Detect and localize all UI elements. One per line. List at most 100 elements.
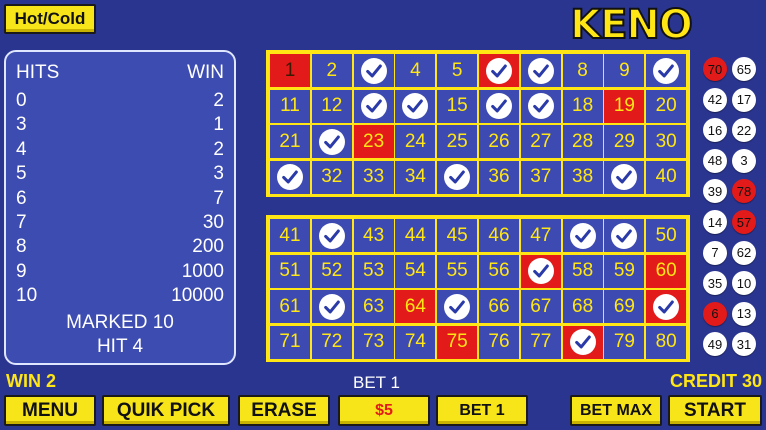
keno-number-cell[interactable]: 38 — [562, 160, 603, 194]
start-button[interactable]: START — [668, 395, 762, 426]
paytable-row: 8 200 — [16, 236, 224, 260]
keno-number-cell[interactable]: 75 — [437, 325, 478, 359]
keno-number-cell[interactable]: 19 — [604, 89, 645, 123]
keno-number-cell[interactable] — [311, 125, 352, 158]
paytable-header-hits: HITS — [16, 62, 60, 83]
cell-number: 11 — [280, 95, 300, 116]
keno-number-cell[interactable]: 51 — [270, 254, 310, 288]
keno-number-cell[interactable] — [311, 219, 352, 252]
keno-number-cell[interactable] — [646, 290, 687, 323]
cell-number: 46 — [488, 224, 510, 246]
keno-number-cell[interactable]: 68 — [562, 290, 603, 323]
keno-number-cell[interactable]: 58 — [562, 254, 603, 288]
keno-number-cell[interactable]: 63 — [353, 290, 394, 323]
keno-number-cell[interactable]: 20 — [646, 89, 687, 123]
keno-number-cell[interactable] — [646, 54, 687, 87]
keno-number-cell[interactable]: 24 — [395, 125, 436, 158]
erase-button[interactable]: ERASE — [238, 395, 330, 426]
keno-number-cell[interactable] — [395, 89, 436, 123]
keno-number-cell[interactable] — [562, 219, 603, 252]
keno-number-cell[interactable]: 64 — [395, 290, 436, 323]
keno-number-cell[interactable]: 45 — [437, 219, 478, 252]
keno-number-cell[interactable]: 41 — [270, 219, 310, 252]
keno-number-cell[interactable]: 59 — [604, 254, 645, 288]
keno-number-cell[interactable]: 46 — [479, 219, 519, 252]
keno-number-cell[interactable] — [604, 160, 645, 194]
keno-number-cell[interactable]: 37 — [520, 160, 561, 194]
keno-number-cell[interactable]: 12 — [311, 89, 352, 123]
keno-number-cell[interactable]: 79 — [604, 325, 645, 359]
keno-number-cell[interactable]: 34 — [395, 160, 436, 194]
menu-button[interactable]: MENU — [4, 395, 96, 426]
keno-number-cell[interactable]: 15 — [437, 89, 478, 123]
bet-one-button[interactable]: BET 1 — [436, 395, 528, 426]
keno-number-cell[interactable]: 11 — [270, 89, 310, 123]
keno-number-cell[interactable]: 60 — [646, 254, 687, 288]
checkmark-icon — [527, 57, 554, 84]
cell-number: 1 — [284, 59, 296, 81]
keno-number-cell[interactable]: 74 — [395, 325, 436, 359]
keno-number-cell[interactable]: 29 — [604, 125, 645, 158]
keno-number-cell[interactable]: 21 — [270, 125, 310, 158]
checkmark-icon — [653, 57, 680, 84]
bet-amount-button[interactable]: $5 — [338, 395, 430, 426]
hot-cold-button[interactable]: Hot/Cold — [4, 4, 96, 34]
keno-number-cell[interactable]: 9 — [604, 54, 645, 87]
keno-number-cell[interactable]: 71 — [270, 325, 310, 359]
keno-number-cell[interactable] — [520, 54, 561, 87]
keno-number-cell[interactable] — [562, 325, 603, 359]
keno-number-cell[interactable] — [437, 160, 478, 194]
keno-number-cell[interactable]: 33 — [353, 160, 394, 194]
keno-number-cell[interactable]: 76 — [479, 325, 519, 359]
keno-number-cell[interactable] — [353, 54, 394, 87]
keno-number-cell[interactable]: 55 — [437, 254, 478, 288]
bet-max-button[interactable]: BET MAX — [570, 395, 662, 426]
cell-number: 76 — [488, 331, 510, 352]
keno-number-cell[interactable] — [520, 254, 561, 288]
keno-number-cell[interactable]: 69 — [604, 290, 645, 323]
keno-number-cell[interactable]: 73 — [353, 325, 394, 359]
keno-number-cell[interactable] — [604, 219, 645, 252]
keno-number-cell[interactable]: 50 — [646, 219, 687, 252]
keno-number-cell[interactable] — [311, 290, 352, 323]
keno-number-cell[interactable]: 80 — [646, 325, 687, 359]
drawn-ball: 62 — [732, 240, 756, 265]
keno-number-cell[interactable] — [479, 54, 519, 87]
keno-number-cell[interactable]: 44 — [395, 219, 436, 252]
keno-number-cell[interactable]: 56 — [479, 254, 519, 288]
keno-number-cell[interactable]: 36 — [479, 160, 519, 194]
keno-number-cell[interactable]: 66 — [479, 290, 519, 323]
keno-number-cell[interactable]: 61 — [270, 290, 310, 323]
keno-number-cell[interactable]: 2 — [311, 54, 352, 87]
keno-number-cell[interactable]: 18 — [562, 89, 603, 123]
keno-number-cell[interactable] — [479, 89, 519, 123]
keno-number-cell[interactable] — [353, 89, 394, 123]
keno-number-cell[interactable]: 53 — [353, 254, 394, 288]
keno-number-cell[interactable]: 23 — [353, 125, 394, 158]
keno-number-cell[interactable]: 30 — [646, 125, 687, 158]
keno-number-cell[interactable]: 25 — [437, 125, 478, 158]
keno-number-cell[interactable] — [520, 89, 561, 123]
keno-number-cell[interactable]: 40 — [646, 160, 687, 194]
keno-number-cell[interactable]: 8 — [562, 54, 603, 87]
keno-number-cell[interactable]: 26 — [479, 125, 519, 158]
keno-number-cell[interactable]: 1 — [270, 54, 310, 87]
keno-number-cell[interactable]: 5 — [437, 54, 478, 87]
keno-number-cell[interactable]: 4 — [395, 54, 436, 87]
keno-number-cell[interactable]: 52 — [311, 254, 352, 288]
keno-number-cell[interactable]: 27 — [520, 125, 561, 158]
cell-number: 55 — [446, 260, 468, 281]
keno-number-cell[interactable]: 54 — [395, 254, 436, 288]
quik-pick-button[interactable]: QUIK PICK — [102, 395, 230, 426]
keno-number-cell[interactable]: 67 — [520, 290, 561, 323]
drawn-ball: 42 — [703, 87, 727, 112]
keno-number-cell[interactable]: 77 — [520, 325, 561, 359]
keno-number-cell[interactable]: 32 — [311, 160, 352, 194]
keno-number-cell[interactable]: 72 — [311, 325, 352, 359]
keno-number-cell[interactable]: 47 — [520, 219, 561, 252]
keno-number-cell[interactable]: 28 — [562, 125, 603, 158]
drawn-ball: 3 — [732, 148, 756, 173]
keno-number-cell[interactable] — [270, 160, 310, 194]
keno-number-cell[interactable]: 43 — [353, 219, 394, 252]
keno-number-cell[interactable] — [437, 290, 478, 323]
